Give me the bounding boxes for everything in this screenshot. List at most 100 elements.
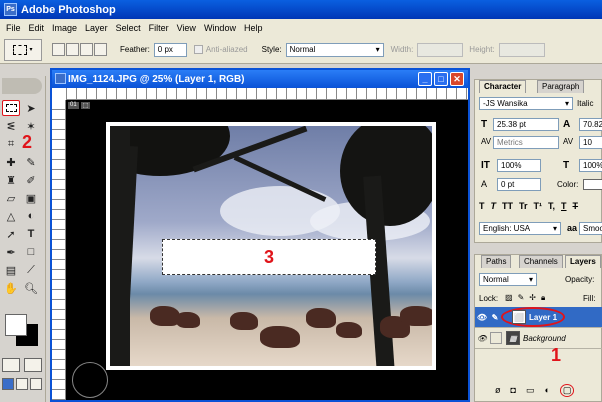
visibility-eye-icon[interactable]: 👁︎ — [475, 313, 489, 322]
layer-mask-icon[interactable]: ◘ — [511, 385, 516, 395]
marquee-selection[interactable]: 3 — [162, 239, 376, 275]
minimize-button[interactable]: _ — [418, 72, 432, 86]
healing-tool-icon[interactable]: ✚ — [2, 154, 20, 170]
lock-transparent-icon[interactable]: ▨ — [505, 293, 513, 303]
width-input[interactable] — [417, 42, 464, 57]
tab-paths[interactable]: Paths — [481, 255, 512, 268]
tab-channels[interactable]: Channels — [519, 255, 563, 268]
antialias-select[interactable]: Smoo — [579, 222, 602, 235]
new-set-icon[interactable]: ▭ — [526, 385, 535, 396]
add-selection-icon[interactable] — [66, 43, 79, 56]
language-select[interactable]: English: USA ▾ — [479, 222, 561, 235]
text-color-swatch[interactable] — [583, 179, 602, 190]
badge-right: ⬚ — [80, 102, 91, 109]
crop-tool-icon[interactable]: ⌗ — [2, 136, 20, 152]
lock-position-icon[interactable]: ✢ — [529, 293, 536, 303]
menu-help[interactable]: Help — [240, 23, 267, 33]
document-window: IMG_1124.JPG @ 25% (Layer 1, RGB) _ □ ✕ … — [50, 68, 470, 402]
document-title: IMG_1124.JPG @ 25% (Layer 1, RGB) — [68, 73, 245, 85]
all-caps-button[interactable]: TT — [502, 201, 513, 211]
hand-tool-icon[interactable]: ✋ — [2, 280, 20, 296]
lock-all-icon[interactable]: 🔒︎ — [541, 293, 545, 303]
shape-tool-icon[interactable]: □ — [22, 244, 40, 260]
baseline-input[interactable]: 0 pt — [497, 178, 541, 191]
document-titlebar[interactable]: IMG_1124.JPG @ 25% (Layer 1, RGB) — [52, 70, 468, 88]
standard-mode-icon[interactable] — [2, 358, 20, 372]
superscript-button[interactable]: T¹ — [534, 201, 543, 211]
new-layer-icon[interactable]: ▢ — [559, 383, 575, 397]
tab-paragraph[interactable]: Paragraph — [537, 80, 585, 93]
underline-button[interactable]: T — [561, 201, 567, 211]
maximize-button[interactable]: □ — [434, 72, 448, 86]
intersect-selection-icon[interactable] — [94, 43, 107, 56]
font-style[interactable]: Italic — [577, 99, 593, 108]
move-tool-icon[interactable]: ➤ — [22, 100, 40, 116]
blend-mode-select[interactable]: Normal ▾ — [479, 273, 537, 286]
menu-image[interactable]: Image — [48, 23, 81, 33]
screen-mode-standard-icon[interactable] — [2, 378, 14, 390]
rect-marquee-tool-icon[interactable] — [2, 100, 20, 116]
color-label: Color: — [557, 180, 579, 189]
gradient-tool-icon[interactable]: ▣ — [22, 190, 40, 206]
adjustment-layer-icon[interactable]: ◐ — [544, 385, 549, 395]
toolbox-header-icon — [2, 78, 42, 94]
lock-image-icon[interactable]: ✎ — [518, 293, 525, 303]
brush-tool-icon[interactable]: ✎ — [22, 154, 40, 170]
menu-filter[interactable]: Filter — [145, 23, 173, 33]
menu-window[interactable]: Window — [200, 23, 240, 33]
type-tool-icon[interactable]: T — [22, 226, 40, 242]
font-family-select[interactable]: -JS Wansika ▾ — [479, 97, 573, 110]
foreground-color-swatch[interactable] — [5, 314, 27, 336]
height-input[interactable] — [498, 42, 545, 57]
screen-mode-black-icon[interactable] — [30, 378, 42, 390]
small-caps-button[interactable]: Tr — [519, 201, 528, 211]
tab-layers[interactable]: Layers — [565, 255, 601, 268]
notes-tool-icon[interactable]: ▤ — [2, 262, 20, 278]
vscale-input[interactable]: 100% — [497, 159, 541, 172]
zoom-tool-icon[interactable]: 🔍︎ — [22, 280, 40, 296]
visibility-eye-icon[interactable]: 👁︎ — [475, 334, 489, 343]
eraser-tool-icon[interactable]: ▱ — [2, 190, 20, 206]
layer-style-icon[interactable]: ø — [495, 385, 501, 395]
lasso-tool-icon[interactable]: ᓬ — [2, 118, 20, 134]
hscale-input[interactable]: 100% — [579, 159, 602, 172]
character-panel: Character Paragraph -JS Wansika ▾ Italic … — [474, 79, 602, 243]
subtract-selection-icon[interactable] — [80, 43, 93, 56]
style-select[interactable]: Normal ▾ — [285, 42, 384, 57]
tracking-input[interactable]: 10 — [579, 136, 602, 149]
stamp-tool-icon[interactable]: ♜ — [2, 172, 20, 188]
dodge-tool-icon[interactable]: ◐ — [22, 208, 40, 224]
kerning-input[interactable]: Metrics — [493, 136, 559, 149]
feather-input[interactable]: 0 px — [153, 42, 187, 57]
layer-row-layer1[interactable]: 👁︎ ✎ ⬜ Layer 1 — [475, 307, 602, 328]
canvas-area[interactable]: 01 ⬚ 3 — [66, 100, 468, 400]
font-size-input[interactable]: 25.38 pt — [493, 118, 559, 131]
close-button[interactable]: ✕ — [450, 72, 464, 86]
leading-input[interactable]: 70.82 — [579, 118, 602, 131]
link-box[interactable] — [490, 332, 502, 344]
blur-tool-icon[interactable]: △ — [2, 208, 20, 224]
screen-mode-full-icon[interactable] — [16, 378, 28, 390]
menu-select[interactable]: Select — [112, 23, 145, 33]
menu-file[interactable]: File — [2, 23, 25, 33]
menu-view[interactable]: View — [173, 23, 200, 33]
history-brush-icon[interactable]: ✐ — [22, 172, 40, 188]
new-selection-icon[interactable] — [52, 43, 65, 56]
feather-label: Feather: — [120, 45, 150, 54]
path-select-icon[interactable]: ➚ — [2, 226, 20, 242]
eyedropper-tool-icon[interactable]: ⟋ — [22, 262, 40, 278]
faux-italic-button[interactable]: T — [491, 201, 497, 211]
menu-layer[interactable]: Layer — [81, 23, 112, 33]
tab-character[interactable]: Character — [479, 80, 527, 93]
annotation-2: 2 — [22, 132, 33, 152]
layer-row-background[interactable]: 👁︎ ▦ Background — [475, 328, 602, 349]
subscript-button[interactable]: T, — [548, 201, 555, 211]
quick-mask-icon[interactable] — [24, 358, 42, 372]
anti-alias-checkbox[interactable] — [193, 45, 203, 54]
font-size-icon: T — [481, 119, 488, 130]
marquee-preset-icon[interactable]: ▾ — [4, 38, 42, 61]
pen-tool-icon[interactable]: ✒ — [2, 244, 20, 260]
menu-edit[interactable]: Edit — [25, 23, 49, 33]
strikethrough-button[interactable]: T — [573, 201, 579, 211]
faux-bold-button[interactable]: T — [479, 201, 485, 211]
